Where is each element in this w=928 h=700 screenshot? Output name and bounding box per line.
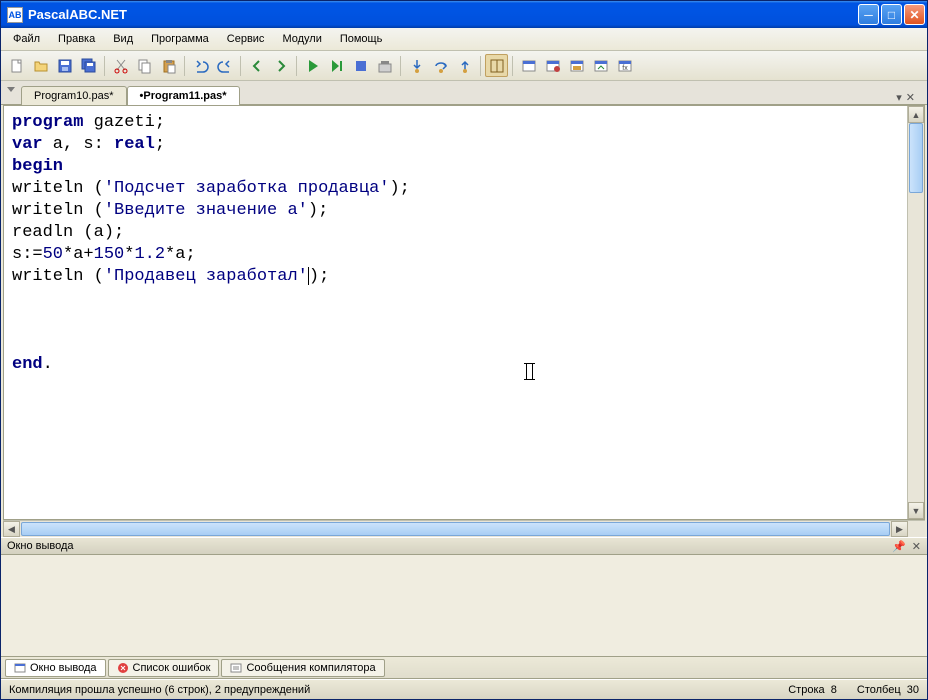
separator: [296, 56, 297, 76]
panel-close-icon[interactable]: ✕: [912, 540, 921, 553]
toolbar: fx: [1, 51, 927, 81]
window-title: PascalABC.NET: [28, 7, 858, 22]
step-into-button[interactable]: [405, 54, 428, 77]
separator: [400, 56, 401, 76]
separator: [184, 56, 185, 76]
scroll-right-button[interactable]: ▶: [891, 521, 908, 537]
run-no-debug-button[interactable]: [325, 54, 348, 77]
separator: [480, 56, 481, 76]
tab-program10[interactable]: Program10.pas*: [21, 86, 127, 105]
stop-button[interactable]: [349, 54, 372, 77]
open-file-button[interactable]: [29, 54, 52, 77]
menu-service[interactable]: Сервис: [219, 30, 273, 48]
tab-bar: Program10.pas* •Program11.pas* ▾ ✕: [1, 81, 927, 105]
undo-button[interactable]: [189, 54, 212, 77]
scroll-down-button[interactable]: ▼: [908, 502, 924, 519]
window3-button[interactable]: [565, 54, 588, 77]
btab-output[interactable]: Окно вывода: [5, 659, 106, 677]
menu-program[interactable]: Программа: [143, 30, 217, 48]
close-button[interactable]: ✕: [904, 4, 925, 25]
minimize-button[interactable]: ─: [858, 4, 879, 25]
save-button[interactable]: [53, 54, 76, 77]
new-file-button[interactable]: [5, 54, 28, 77]
run-button[interactable]: [301, 54, 324, 77]
separator: [512, 56, 513, 76]
step-out-button[interactable]: [453, 54, 476, 77]
layout-button[interactable]: [485, 54, 508, 77]
scroll-up-button[interactable]: ▲: [908, 106, 924, 123]
menu-bar: Файл Правка Вид Программа Сервис Модули …: [1, 28, 927, 51]
compiler-icon: [230, 662, 242, 674]
compile-button[interactable]: [373, 54, 396, 77]
window4-button[interactable]: [589, 54, 612, 77]
separator: [240, 56, 241, 76]
output-title: Окно вывода: [7, 540, 74, 552]
horizontal-scrollbar[interactable]: ◀ ▶: [3, 520, 925, 537]
svg-text:fx: fx: [622, 65, 628, 72]
code-content: program gazeti; var a, s: real; begin wr…: [4, 106, 924, 382]
scroll-left-button[interactable]: ◀: [3, 521, 20, 537]
window1-button[interactable]: [517, 54, 540, 77]
output-icon: [14, 662, 26, 674]
redo-button[interactable]: [213, 54, 236, 77]
tab-close-icon[interactable]: ✕: [906, 91, 915, 104]
cut-button[interactable]: [109, 54, 132, 77]
nav-forward-button[interactable]: [269, 54, 292, 77]
menu-file[interactable]: Файл: [5, 30, 48, 48]
vertical-scrollbar[interactable]: ▲ ▼: [907, 106, 924, 519]
btab-errors[interactable]: Список ошибок: [108, 659, 220, 677]
separator: [104, 56, 105, 76]
scroll-thumb[interactable]: [909, 123, 923, 193]
scroll-corner: [908, 521, 925, 537]
window5-button[interactable]: fx: [613, 54, 636, 77]
step-over-button[interactable]: [429, 54, 452, 77]
output-panel-header[interactable]: Окно вывода 📌 ✕: [1, 537, 927, 555]
status-line: Строка 8: [788, 684, 837, 696]
scroll-thumb-h[interactable]: [21, 522, 890, 536]
bottom-tab-bar: Окно вывода Список ошибок Сообщения комп…: [1, 657, 927, 679]
menu-help[interactable]: Помощь: [332, 30, 391, 48]
app-icon: AB: [7, 7, 23, 23]
menu-edit[interactable]: Правка: [50, 30, 103, 48]
tab-dropdown-icon[interactable]: ▾: [896, 91, 902, 104]
status-bar: Компиляция прошла успешно (6 строк), 2 п…: [1, 679, 927, 699]
code-editor[interactable]: program gazeti; var a, s: real; begin wr…: [3, 105, 925, 520]
copy-button[interactable]: [133, 54, 156, 77]
status-message: Компиляция прошла успешно (6 строк), 2 п…: [9, 684, 310, 696]
menu-view[interactable]: Вид: [105, 30, 141, 48]
nav-back-button[interactable]: [245, 54, 268, 77]
window2-button[interactable]: [541, 54, 564, 77]
save-all-button[interactable]: [77, 54, 100, 77]
btab-compiler[interactable]: Сообщения компилятора: [221, 659, 384, 677]
pin-icon[interactable]: 📌: [892, 540, 906, 553]
status-column: Столбец 30: [857, 684, 919, 696]
maximize-button[interactable]: □: [881, 4, 902, 25]
titlebar[interactable]: AB PascalABC.NET ─ □ ✕: [1, 1, 927, 28]
tab-program11[interactable]: •Program11.pas*: [127, 86, 240, 105]
output-panel[interactable]: [1, 555, 927, 657]
error-icon: [117, 662, 129, 674]
paste-button[interactable]: [157, 54, 180, 77]
ibeam-cursor-icon: [526, 363, 533, 380]
menu-modules[interactable]: Модули: [274, 30, 329, 48]
